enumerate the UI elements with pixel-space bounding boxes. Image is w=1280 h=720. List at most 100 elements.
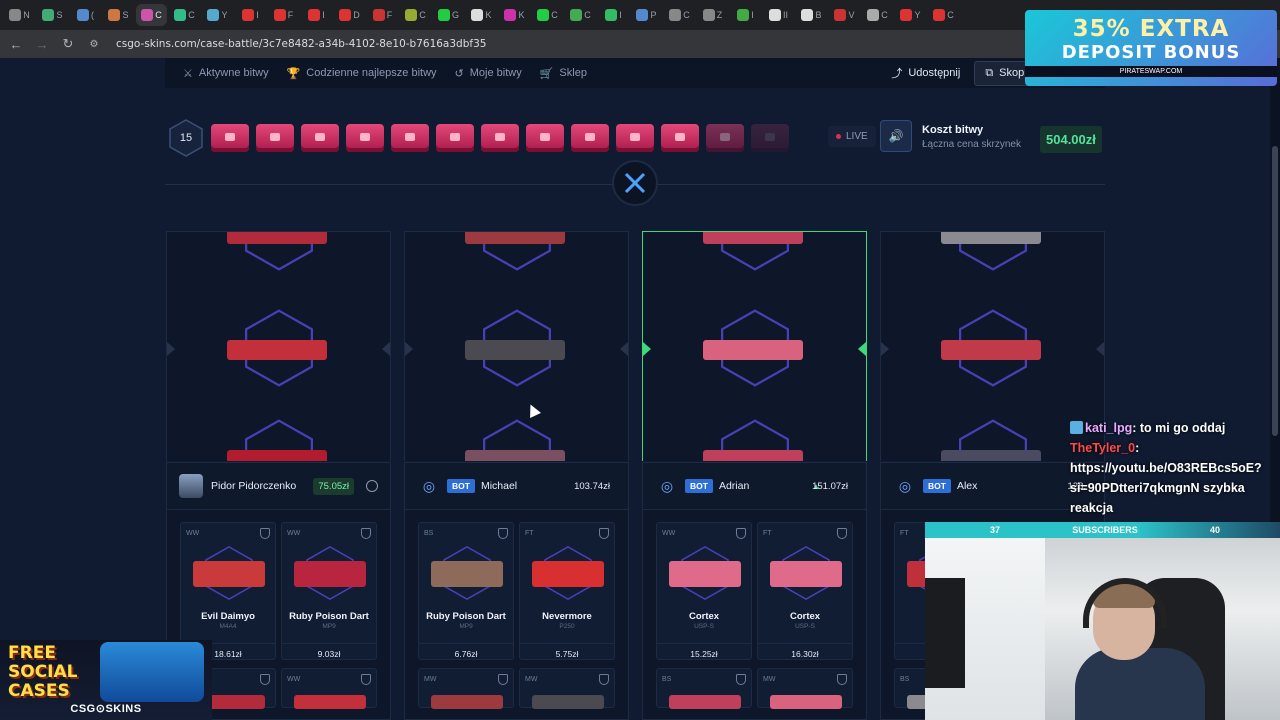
history-icon: ↺ <box>454 67 464 80</box>
browser-tab[interactable]: I <box>301 4 332 26</box>
browser-tab[interactable]: B <box>796 4 827 26</box>
shield-icon[interactable] <box>837 674 847 685</box>
nav-my-battles[interactable]: ↺ Moje bitwy <box>455 67 522 80</box>
browser-tab[interactable]: F <box>367 4 398 26</box>
tab-favicon-icon <box>834 9 847 21</box>
deposit-bonus-ad[interactable]: 35% EXTRA DEPOSIT BONUS PIRATESWAP.COM <box>1025 10 1277 86</box>
browser-tab[interactable]: C <box>928 4 959 26</box>
case-icon[interactable] <box>391 124 429 152</box>
tab-title: D <box>353 10 360 20</box>
item-card[interactable]: WW Cortex USP-S 15.25zł <box>656 522 752 660</box>
item-card[interactable]: MW <box>757 668 853 709</box>
case-reel <box>404 231 629 461</box>
browser-tab[interactable]: C <box>532 4 563 26</box>
avatar[interactable] <box>179 474 203 498</box>
browser-tab[interactable]: S <box>103 4 134 26</box>
browser-tab[interactable]: V <box>829 4 860 26</box>
back-icon[interactable]: ← <box>8 37 24 52</box>
share-button[interactable]: ⤴ Udostępnij <box>887 65 964 81</box>
browser-tab[interactable]: C <box>169 4 200 26</box>
shield-icon[interactable] <box>361 674 371 685</box>
browser-tab[interactable]: Z <box>697 4 728 26</box>
item-weapon-type: USP-S <box>795 623 815 630</box>
item-card[interactable]: WW <box>281 668 377 709</box>
nav-active-battles[interactable]: ⚔ Aktywne bitwy <box>183 67 269 80</box>
browser-tab[interactable]: ( <box>70 4 101 26</box>
browser-tab[interactable]: N <box>4 4 35 26</box>
emoji-icon[interactable] <box>366 480 378 492</box>
browser-tab[interactable]: D <box>334 4 365 26</box>
item-card[interactable]: FT Nevermore P250 5.75zł <box>519 522 615 660</box>
shield-icon[interactable] <box>599 674 609 685</box>
case-icon[interactable] <box>526 124 564 152</box>
browser-tab[interactable]: K <box>499 4 530 26</box>
case-icon[interactable] <box>751 124 789 152</box>
player-name: Alex <box>956 480 978 492</box>
case-icon[interactable] <box>211 124 249 152</box>
player-items-panel: WW Cortex USP-S 15.25zł FT Cortex USP-S … <box>642 510 867 720</box>
shield-icon[interactable] <box>260 528 270 539</box>
scrollbar-thumb[interactable] <box>1272 146 1278 436</box>
shield-icon[interactable] <box>498 674 508 685</box>
browser-tab[interactable]: P <box>631 4 662 26</box>
share-label: Udostępnij <box>908 67 961 79</box>
shield-icon[interactable] <box>599 528 609 539</box>
browser-tab[interactable]: C <box>136 4 167 26</box>
forward-icon[interactable]: → <box>34 37 50 52</box>
sound-toggle-button[interactable]: 🔊 <box>880 120 912 152</box>
tab-favicon-icon <box>867 9 880 21</box>
browser-tab[interactable]: C <box>565 4 596 26</box>
shield-icon[interactable] <box>736 528 746 539</box>
shield-icon[interactable] <box>361 528 371 539</box>
browser-tab[interactable]: S <box>37 4 68 26</box>
browser-tab[interactable]: K <box>466 4 497 26</box>
case-icon[interactable] <box>706 124 744 152</box>
shield-icon[interactable] <box>837 528 847 539</box>
case-icon[interactable] <box>346 124 384 152</box>
item-price: 15.25zł <box>657 643 751 659</box>
browser-tab[interactable]: II <box>763 4 794 26</box>
player-bar[interactable]: ◎ BOT Adrian ▲ 151.07zł <box>642 462 867 510</box>
item-card[interactable]: MW <box>519 668 615 709</box>
case-icon[interactable] <box>616 124 654 152</box>
item-card[interactable]: BS Ruby Poison Dart MP9 6.76zł <box>418 522 514 660</box>
browser-tab[interactable]: C <box>862 4 893 26</box>
browser-tab[interactable]: Y <box>895 4 926 26</box>
browser-tab[interactable]: I <box>598 4 629 26</box>
item-card[interactable]: WW Ruby Poison Dart MP9 9.03zł <box>281 522 377 660</box>
player-bar[interactable]: Pidor Pidorczenko 75.05zł <box>166 462 391 510</box>
item-condition: MW <box>424 676 437 683</box>
shield-icon[interactable] <box>736 674 746 685</box>
player-bar[interactable]: ◎ BOT Michael 103.74zł <box>404 462 629 510</box>
browser-tab[interactable]: Y <box>202 4 233 26</box>
case-icon[interactable] <box>661 124 699 152</box>
tab-favicon-icon <box>801 9 814 21</box>
cost-value: 504.00zł <box>1040 126 1102 153</box>
shield-icon[interactable] <box>260 674 270 685</box>
tab-favicon-icon <box>570 9 583 21</box>
reload-icon[interactable]: ↻ <box>60 36 76 52</box>
site-info-icon[interactable]: ⚙ <box>86 39 102 50</box>
shield-icon[interactable] <box>498 528 508 539</box>
bot-badge: BOT <box>923 479 951 493</box>
browser-tab[interactable]: I <box>235 4 266 26</box>
browser-tab[interactable]: C <box>400 4 431 26</box>
case-icon[interactable] <box>256 124 294 152</box>
case-icon[interactable] <box>571 124 609 152</box>
browser-tab[interactable]: C <box>664 4 695 26</box>
item-card[interactable]: BS <box>656 668 752 709</box>
item-card[interactable]: FT Cortex USP-S 16.30zł <box>757 522 853 660</box>
url-field[interactable]: csgo-skins.com/case-battle/3c7e8482-a34b… <box>116 38 486 50</box>
case-icon[interactable] <box>436 124 474 152</box>
nav-label: Moje bitwy <box>469 67 522 79</box>
browser-tab[interactable]: G <box>433 4 464 26</box>
item-card[interactable]: MW <box>418 668 514 709</box>
nav-daily-best[interactable]: 🏆 Codzienne najlepsze bitwy <box>287 67 437 80</box>
nav-shop[interactable]: 🛒 Sklep <box>540 67 587 80</box>
case-icon[interactable] <box>301 124 339 152</box>
case-icon[interactable] <box>481 124 519 152</box>
item-price: 6.76zł <box>419 643 513 659</box>
browser-tab[interactable]: I <box>730 4 761 26</box>
sub-label: SUBSCRIBERS <box>1072 525 1138 535</box>
browser-tab[interactable]: F <box>268 4 299 26</box>
